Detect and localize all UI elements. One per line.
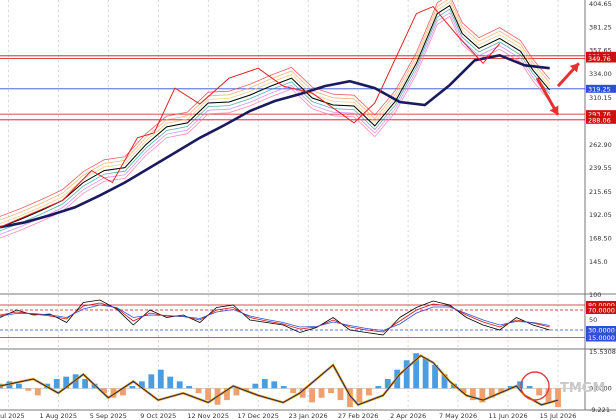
macd-bar [129,386,136,389]
y-tick-label: 192.05 [589,211,612,219]
macd-bar [271,381,278,389]
macd-bar [536,388,543,396]
macd-bar [186,386,193,389]
oscillator-tick-label: 100 [589,291,601,299]
macd-bar [16,383,22,389]
macd-bar [422,357,429,389]
macd-bar [176,381,183,389]
x-tick-label: 27 Feb 2026 [338,412,378,420]
y-tick-label: 404.65 [589,0,612,8]
x-tick-label: 11 Jun 2026 [488,412,527,420]
macd-bar [205,388,211,401]
x-tick-label: 5 Sep 2025 [90,412,127,420]
x-tick-label: 2 Apr 2026 [390,412,426,420]
x-tick-label: 1 Aug 2025 [40,412,78,420]
y-tick-label: 168.50 [589,235,612,243]
x-tick-label: 12 Nov 2025 [187,412,229,420]
highlight-circle [520,371,550,401]
x-tick-label: 9 Oct 2025 [140,412,176,420]
price-tag-label: 288.06 [588,116,611,124]
oscillator-tag-label: 70.0000 [588,307,615,315]
x-tick-label: 23 Jan 2026 [289,412,328,420]
price-tag-label: 349.76 [588,55,611,63]
watermark-logo: TMGM [560,381,605,396]
macd-bar [318,388,325,398]
macd-bar [82,379,89,389]
macd-bar [328,388,334,394]
chart-window: 5 Jul 2025 1 Aug 2025 5 Sep 2025 9 Oct 2025… [0,0,616,420]
x-tick-label: 15 Jul 2026 [540,412,577,420]
macd-bar [148,374,155,389]
macd-bar [167,376,174,389]
oscillator-tick-label: 50 [589,316,597,324]
macd-bar [526,386,533,389]
macd-bar [157,369,164,389]
macd-bar [53,379,60,389]
macd-bar [280,386,287,389]
x-tick-label: 7 May 2026 [439,412,477,420]
macd-bar [337,388,344,401]
macd-bar [25,388,32,391]
macd-bar [365,388,372,396]
chart-canvas: 5 Jul 2025 1 Aug 2025 5 Sep 2025 9 Oct 2025… [0,0,616,420]
x-tick-label: 17 Dec 2025 [237,412,279,420]
oscillator-tag-label: 15.0000 [588,334,615,342]
macd-bar [261,379,268,389]
macd-bar [195,388,202,394]
price-tag-label: 319.25 [588,85,611,93]
macd-bar [309,388,316,403]
macd-bar [233,388,240,396]
y-tick-label: 215.65 [589,188,612,196]
macd-bar [290,388,297,394]
macd-bar [252,383,259,389]
macd-tick-label: 15.5308 [589,348,616,356]
macd-bar [34,388,41,396]
moving-average-line [0,0,551,217]
y-tick-label: 381.25 [589,23,612,31]
x-tick-label: 5 Jul 2025 [0,412,25,420]
macd-bar [375,386,382,389]
macd-bar [403,360,410,389]
y-tick-label: 262.90 [589,141,612,149]
y-tick-label: 145.0 [589,258,608,266]
y-tick-label: 310.15 [589,94,612,102]
macd-tick-label: -9.221 [589,406,610,414]
y-tick-label: 334.00 [589,70,612,78]
macd-bar [356,388,363,403]
y-tick-label: 239.55 [589,164,612,172]
